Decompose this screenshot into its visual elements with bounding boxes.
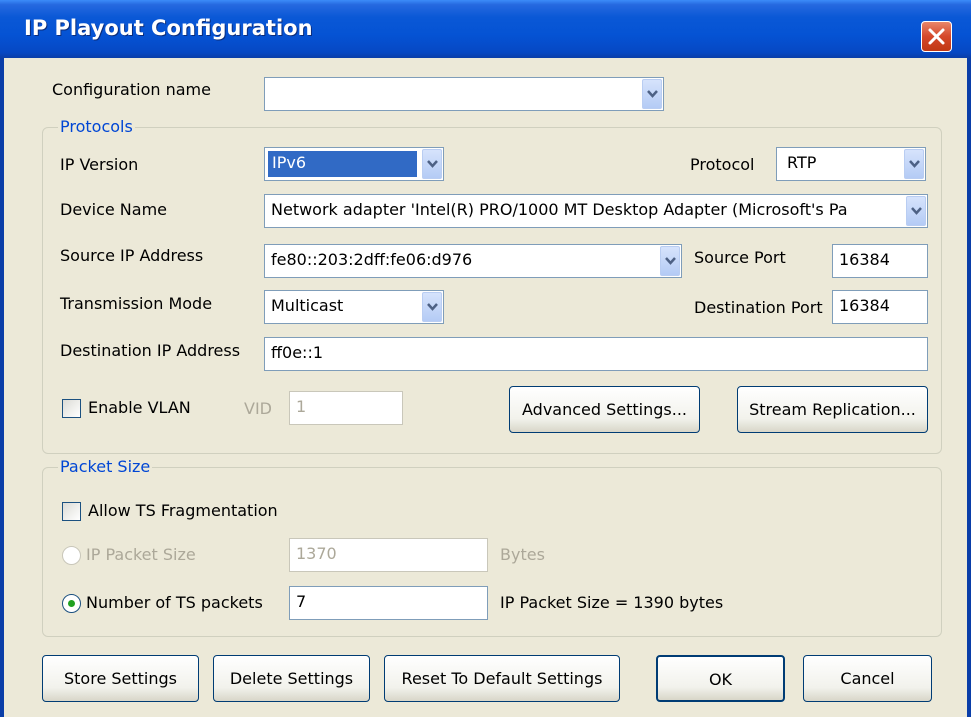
ip-packet-size-input[interactable]: 1370 — [289, 538, 488, 572]
ip-packet-size-label: IP Packet Size — [86, 545, 196, 564]
ip-version-select[interactable]: IPv6 — [264, 147, 444, 181]
transmission-mode-dropdown-button[interactable] — [422, 292, 442, 322]
number-of-ts-packets-label: Number of TS packets — [86, 593, 263, 612]
protocols-group-title: Protocols — [58, 117, 135, 136]
title-bar[interactable]: IP Playout Configuration — [0, 0, 971, 58]
stream-replication-label: Stream Replication... — [749, 400, 916, 419]
delete-settings-label: Delete Settings — [229, 669, 354, 688]
cancel-label: Cancel — [840, 669, 895, 688]
packet-size-group-title: Packet Size — [58, 457, 153, 476]
transmission-mode-label: Transmission Mode — [60, 294, 213, 313]
close-button[interactable] — [921, 21, 952, 52]
source-ip-label: Source IP Address — [60, 246, 204, 265]
ip-version-label: IP Version — [60, 155, 139, 174]
ip-packet-size-radio[interactable] — [62, 546, 81, 565]
destination-port-input[interactable]: 16384 — [832, 290, 928, 324]
delete-settings-button[interactable]: Delete Settings — [213, 655, 370, 702]
window-border-right — [967, 58, 971, 717]
source-ip-select[interactable]: fe80::203:2dff:fe06:d976 — [264, 244, 682, 278]
chevron-down-icon — [909, 160, 920, 168]
advanced-settings-button[interactable]: Advanced Settings... — [509, 386, 700, 433]
source-ip-dropdown-button[interactable] — [660, 246, 680, 276]
cancel-button[interactable]: Cancel — [803, 655, 932, 702]
bytes-label: Bytes — [500, 545, 545, 564]
vid-label: VID — [244, 399, 272, 418]
reset-default-settings-button[interactable]: Reset To Default Settings — [384, 655, 620, 702]
stream-replication-button[interactable]: Stream Replication... — [737, 386, 928, 433]
allow-ts-fragmentation-checkbox[interactable] — [62, 502, 81, 521]
chevron-down-icon — [427, 160, 438, 168]
ip-version-value: IPv6 — [268, 151, 417, 177]
advanced-settings-label: Advanced Settings... — [522, 400, 687, 419]
reset-default-settings-label: Reset To Default Settings — [401, 669, 603, 688]
enable-vlan-checkbox[interactable] — [62, 399, 81, 418]
store-settings-label: Store Settings — [64, 669, 177, 688]
window-title: IP Playout Configuration — [24, 16, 313, 40]
config-name-label: Configuration name — [52, 80, 211, 99]
source-ip-value: fe80::203:2dff:fe06:d976 — [271, 250, 473, 269]
protocol-label: Protocol — [690, 155, 755, 174]
number-of-ts-packets-radio[interactable] — [62, 594, 81, 613]
source-port-input[interactable]: 16384 — [832, 244, 928, 278]
destination-port-label: Destination Port — [694, 298, 823, 317]
device-name-label: Device Name — [60, 200, 168, 219]
vid-input[interactable]: 1 — [289, 391, 403, 425]
destination-ip-input[interactable]: ff0e::1 — [264, 337, 928, 371]
close-icon — [928, 28, 945, 45]
source-port-label: Source Port — [694, 248, 786, 267]
ok-button[interactable]: OK — [656, 655, 785, 702]
radio-selected-dot — [68, 600, 75, 607]
ip-version-dropdown-button[interactable] — [422, 149, 442, 179]
dialog-window: IP Playout Configuration Configuration n… — [0, 0, 971, 717]
chevron-down-icon — [665, 257, 676, 265]
chevron-down-icon — [427, 303, 438, 311]
config-name-dropdown-button[interactable] — [642, 79, 662, 109]
config-name-combo[interactable] — [264, 77, 664, 111]
chevron-down-icon — [911, 207, 922, 215]
enable-vlan-label: Enable VLAN — [88, 398, 191, 417]
transmission-mode-select[interactable]: Multicast — [264, 290, 444, 324]
allow-ts-fragmentation-label: Allow TS Fragmentation — [88, 501, 278, 520]
ip-packet-size-result: IP Packet Size = 1390 bytes — [500, 593, 724, 612]
window-border-left — [0, 58, 4, 717]
store-settings-button[interactable]: Store Settings — [42, 655, 199, 702]
protocol-dropdown-button[interactable] — [904, 149, 924, 179]
chevron-down-icon — [647, 90, 658, 98]
ok-label: OK — [708, 670, 733, 689]
transmission-mode-value: Multicast — [271, 296, 344, 315]
protocol-value: RTP — [787, 153, 817, 172]
device-name-dropdown-button[interactable] — [906, 196, 926, 226]
number-of-ts-packets-input[interactable]: 7 — [289, 586, 488, 620]
destination-ip-label: Destination IP Address — [60, 341, 241, 360]
device-name-select[interactable]: Network adapter 'Intel(R) PRO/1000 MT De… — [264, 194, 928, 228]
device-name-value: Network adapter 'Intel(R) PRO/1000 MT De… — [271, 200, 848, 219]
protocol-select[interactable]: RTP — [776, 147, 926, 181]
